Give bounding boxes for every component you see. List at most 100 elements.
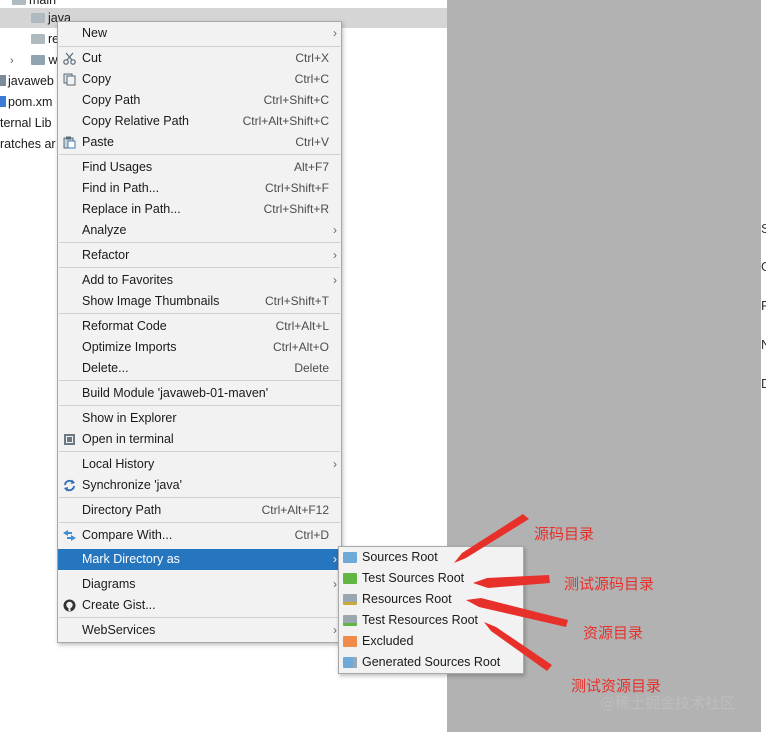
submenu-item-resources-root[interactable]: Resources Root bbox=[339, 589, 523, 610]
compare-icon bbox=[63, 530, 76, 541]
menu-shortcut: Ctrl+Shift+F bbox=[264, 181, 329, 195]
folder-icon bbox=[31, 13, 45, 23]
menu-item-copy-relative-path[interactable]: Copy Relative Path Ctrl+Alt+Shift+C bbox=[58, 111, 341, 132]
menu-item-optimize-imports[interactable]: Optimize Imports Ctrl+Alt+O bbox=[58, 337, 341, 358]
menu-item-build-module[interactable]: Build Module 'javaweb-01-maven' bbox=[58, 383, 341, 404]
menu-shortcut: Ctrl+D bbox=[294, 528, 329, 542]
sources-folder-icon bbox=[343, 552, 357, 563]
menu-shortcut: Ctrl+Shift+C bbox=[263, 93, 329, 107]
menu-separator bbox=[59, 451, 340, 452]
menu-item-show-in-explorer[interactable]: Show in Explorer bbox=[58, 408, 341, 429]
mark-directory-submenu: Sources Root Test Sources Root Resources… bbox=[338, 546, 524, 674]
menu-item-label: Copy Relative Path bbox=[82, 114, 190, 128]
menu-separator bbox=[59, 242, 340, 243]
menu-item-directory-path[interactable]: Directory Path Ctrl+Alt+F12 bbox=[58, 500, 341, 521]
menu-shortcut: Alt+F7 bbox=[293, 160, 329, 174]
submenu-item-label: Sources Root bbox=[362, 550, 438, 564]
menu-item-show-image-thumbnails[interactable]: Show Image Thumbnails Ctrl+Shift+T bbox=[58, 291, 341, 312]
menu-item-label: Cut bbox=[82, 51, 102, 65]
editor-hint-letter: N bbox=[761, 337, 766, 352]
chevron-right-icon: › bbox=[333, 273, 337, 287]
folder-icon bbox=[12, 0, 26, 5]
menu-item-label: Diagrams bbox=[82, 577, 136, 591]
chevron-right-icon[interactable]: › bbox=[10, 51, 20, 71]
menu-item-copy-path[interactable]: Copy Path Ctrl+Shift+C bbox=[58, 90, 341, 111]
editor-hint-letter: S bbox=[761, 221, 766, 236]
submenu-item-excluded[interactable]: Excluded bbox=[339, 631, 523, 652]
menu-item-new[interactable]: New › bbox=[58, 23, 341, 44]
menu-item-local-history[interactable]: Local History › bbox=[58, 454, 341, 475]
editor-hint-letter: D bbox=[761, 376, 766, 391]
menu-item-reformat-code[interactable]: Reformat Code Ctrl+Alt+L bbox=[58, 316, 341, 337]
chevron-right-icon: › bbox=[333, 552, 337, 566]
menu-item-mark-directory-as[interactable]: Mark Directory as › bbox=[58, 549, 341, 570]
resources-folder-icon bbox=[343, 594, 357, 605]
menu-item-create-gist[interactable]: Create Gist... bbox=[58, 595, 341, 616]
menu-item-label: Open in terminal bbox=[82, 432, 174, 446]
chevron-right-icon: › bbox=[333, 577, 337, 591]
menu-separator bbox=[59, 617, 340, 618]
menu-item-paste[interactable]: Paste Ctrl+V bbox=[58, 132, 341, 153]
submenu-item-label: Test Resources Root bbox=[362, 613, 479, 627]
menu-shortcut: Ctrl+Alt+F12 bbox=[261, 503, 329, 517]
menu-item-add-to-favorites[interactable]: Add to Favorites › bbox=[58, 270, 341, 291]
sync-icon bbox=[64, 479, 75, 492]
submenu-item-generated-sources-root[interactable]: Generated Sources Root bbox=[339, 652, 523, 673]
tree-item-iml[interactable]: javaweb bbox=[0, 71, 54, 91]
annotation-test-sources-root: 测试源码目录 bbox=[564, 575, 655, 593]
menu-item-replace-in-path[interactable]: Replace in Path... Ctrl+Shift+R bbox=[58, 199, 341, 220]
tree-item-scratches[interactable]: ratches ar bbox=[0, 134, 56, 154]
menu-item-label: Mark Directory as bbox=[82, 552, 180, 566]
submenu-item-test-sources-root[interactable]: Test Sources Root bbox=[339, 568, 523, 589]
menu-item-cut[interactable]: Cut Ctrl+X bbox=[58, 48, 341, 69]
menu-item-label: Add to Favorites bbox=[82, 273, 174, 287]
paste-icon bbox=[63, 136, 76, 149]
menu-item-label: New bbox=[82, 26, 108, 40]
test-sources-folder-icon bbox=[343, 573, 357, 584]
submenu-item-label: Excluded bbox=[362, 634, 414, 648]
menu-shortcut: Ctrl+X bbox=[295, 51, 329, 65]
tree-item-resources[interactable]: re bbox=[31, 29, 59, 49]
menu-item-label: WebServices bbox=[82, 623, 156, 637]
menu-separator bbox=[59, 405, 340, 406]
menu-item-analyze[interactable]: Analyze › bbox=[58, 220, 341, 241]
menu-item-find-in-path[interactable]: Find in Path... Ctrl+Shift+F bbox=[58, 178, 341, 199]
copy-icon bbox=[63, 73, 76, 86]
chevron-right-icon: › bbox=[333, 623, 337, 637]
menu-item-refactor[interactable]: Refactor › bbox=[58, 245, 341, 266]
submenu-item-test-resources-root[interactable]: Test Resources Root bbox=[339, 610, 523, 631]
menu-item-synchronize[interactable]: Synchronize 'java' bbox=[58, 475, 341, 496]
menu-item-label: Replace in Path... bbox=[82, 202, 181, 216]
tree-item-webapp[interactable]: › w bbox=[10, 50, 58, 70]
menu-item-label: Find in Path... bbox=[82, 181, 160, 195]
menu-separator bbox=[59, 497, 340, 498]
menu-separator bbox=[59, 154, 340, 155]
menu-item-open-in-terminal[interactable]: Open in terminal bbox=[58, 429, 341, 450]
editor-hint-letter: G bbox=[761, 259, 766, 274]
maven-file-icon bbox=[0, 96, 6, 107]
menu-item-label: Analyze bbox=[82, 223, 127, 237]
tree-item-label: ratches ar bbox=[0, 137, 56, 151]
annotation-sources-root: 源码目录 bbox=[534, 525, 595, 543]
menu-shortcut: Ctrl+Shift+R bbox=[263, 202, 329, 216]
submenu-item-label: Resources Root bbox=[362, 592, 452, 606]
watermark: @稀土掘金技术社区 bbox=[600, 694, 736, 712]
menu-item-copy[interactable]: Copy Ctrl+C bbox=[58, 69, 341, 90]
menu-item-compare-with[interactable]: Compare With... Ctrl+D bbox=[58, 525, 341, 546]
menu-item-delete[interactable]: Delete... Delete bbox=[58, 358, 341, 379]
chevron-right-icon: › bbox=[333, 457, 337, 471]
tree-item-pom[interactable]: pom.xm bbox=[0, 92, 52, 112]
menu-separator bbox=[59, 46, 340, 47]
submenu-item-sources-root[interactable]: Sources Root bbox=[339, 547, 523, 568]
menu-item-diagrams[interactable]: Diagrams › bbox=[58, 574, 341, 595]
menu-item-webservices[interactable]: WebServices › bbox=[58, 620, 341, 641]
menu-shortcut: Ctrl+Alt+L bbox=[275, 319, 329, 333]
submenu-item-label: Generated Sources Root bbox=[362, 655, 501, 669]
folder-icon bbox=[31, 55, 46, 65]
menu-item-find-usages[interactable]: Find Usages Alt+F7 bbox=[58, 157, 341, 178]
tree-item-external-libraries[interactable]: ternal Lib bbox=[0, 113, 51, 133]
menu-item-label: Optimize Imports bbox=[82, 340, 177, 354]
tree-item-label: main bbox=[29, 0, 57, 7]
menu-item-label: Refactor bbox=[82, 248, 130, 262]
test-resources-folder-icon bbox=[343, 615, 357, 626]
